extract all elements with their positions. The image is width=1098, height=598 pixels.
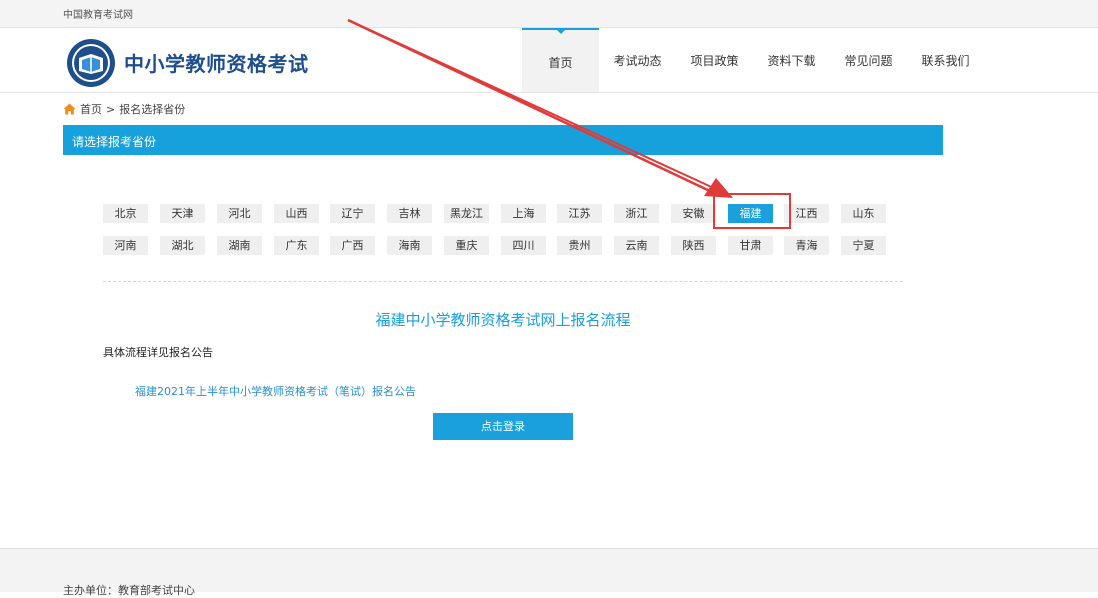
annotation-highlight-box xyxy=(713,193,791,229)
section-header: 请选择报考省份 xyxy=(63,125,943,155)
login-button[interactable]: 点击登录 xyxy=(433,413,573,440)
logo-emblem-icon[interactable] xyxy=(66,38,116,88)
province-button[interactable]: 云南 xyxy=(614,236,659,255)
site-name[interactable]: 中国教育考试网 xyxy=(63,6,133,21)
province-button[interactable]: 北京 xyxy=(103,204,148,223)
nav-label: 考试动态 xyxy=(613,54,662,68)
nav-exam-news[interactable]: 考试动态 xyxy=(599,28,676,90)
nav-label: 常见问题 xyxy=(844,54,893,68)
notice-link[interactable]: 福建2021年上半年中小学教师资格考试（笔试）报名公告 xyxy=(135,383,416,399)
province-button[interactable]: 辽宁 xyxy=(330,204,375,223)
nav-faq[interactable]: 常见问题 xyxy=(830,28,907,90)
province-button[interactable]: 广西 xyxy=(330,236,375,255)
province-button[interactable]: 重庆 xyxy=(444,236,489,255)
province-button[interactable]: 宁夏 xyxy=(841,236,886,255)
province-button[interactable]: 上海 xyxy=(501,204,546,223)
divider xyxy=(103,281,903,282)
province-button[interactable]: 浙江 xyxy=(614,204,659,223)
nav-label: 首页 xyxy=(548,56,573,70)
footer: 主办单位：教育部考试中心 xyxy=(0,548,1098,597)
province-button[interactable]: 山东 xyxy=(841,204,886,223)
province-button[interactable]: 山西 xyxy=(274,204,319,223)
province-button[interactable]: 海南 xyxy=(387,236,432,255)
flow-note: 具体流程详见报名公告 xyxy=(103,346,213,359)
province-button[interactable]: 河北 xyxy=(217,204,262,223)
province-button[interactable]: 安徽 xyxy=(671,204,716,223)
breadcrumb: 首页 > 报名选择省份 xyxy=(63,101,185,117)
breadcrumb-separator: > xyxy=(106,102,116,116)
province-button[interactable]: 青海 xyxy=(784,236,829,255)
province-button[interactable]: 陕西 xyxy=(671,236,716,255)
site-title[interactable]: 中小学教师资格考试 xyxy=(124,48,309,77)
nav-downloads[interactable]: 资料下载 xyxy=(753,28,830,90)
province-button[interactable]: 河南 xyxy=(103,236,148,255)
nav-label: 项目政策 xyxy=(690,54,739,68)
province-button[interactable]: 黑龙江 xyxy=(444,204,489,223)
province-button[interactable]: 贵州 xyxy=(557,236,602,255)
active-caret-icon xyxy=(556,29,566,34)
province-button[interactable]: 湖北 xyxy=(160,236,205,255)
section-title: 请选择报考省份 xyxy=(72,135,157,149)
province-button[interactable]: 甘肃 xyxy=(728,236,773,255)
breadcrumb-home[interactable]: 首页 xyxy=(80,101,102,117)
nav-contact[interactable]: 联系我们 xyxy=(907,28,984,90)
province-button[interactable]: 四川 xyxy=(501,236,546,255)
footer-organizer: 主办单位：教育部考试中心 xyxy=(63,584,195,597)
province-button[interactable]: 吉林 xyxy=(387,204,432,223)
flow-title: 福建中小学教师资格考试网上报名流程 xyxy=(375,311,631,329)
breadcrumb-current: 报名选择省份 xyxy=(119,103,186,116)
home-icon xyxy=(63,103,76,115)
nav-label: 资料下载 xyxy=(767,54,816,68)
province-button[interactable]: 天津 xyxy=(160,204,205,223)
province-button[interactable]: 广东 xyxy=(274,236,319,255)
nav-home[interactable]: 首页 xyxy=(522,28,599,92)
nav-policy[interactable]: 项目政策 xyxy=(676,28,753,90)
province-button[interactable]: 湖南 xyxy=(217,236,262,255)
nav-label: 联系我们 xyxy=(921,54,970,68)
top-bar: 中国教育考试网 xyxy=(0,0,1098,28)
province-button[interactable]: 江苏 xyxy=(557,204,602,223)
